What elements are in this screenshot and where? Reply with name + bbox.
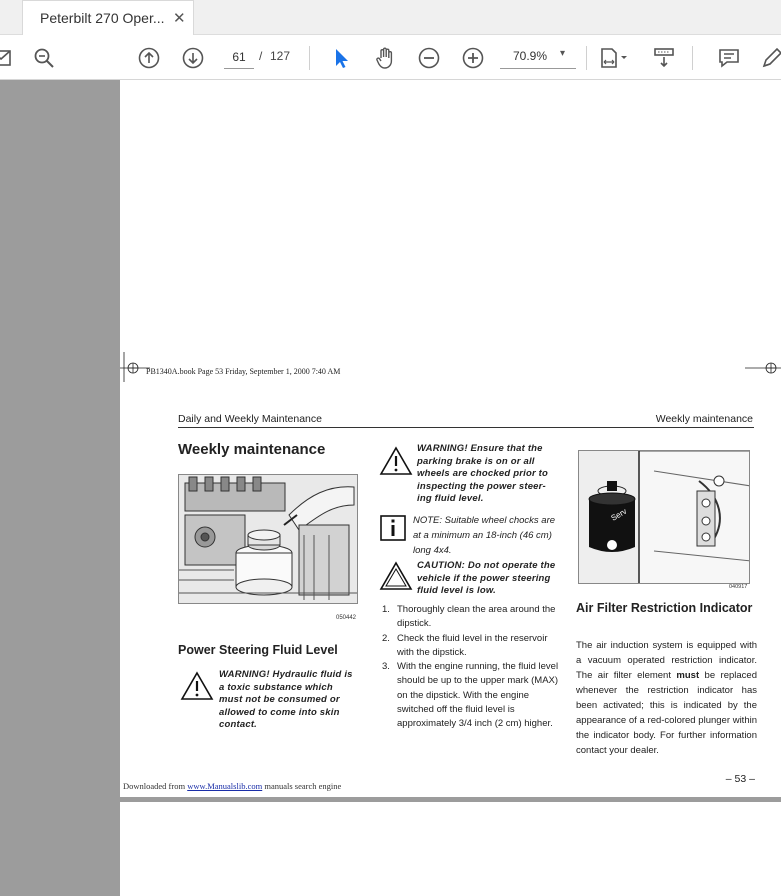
- caution-triangle-icon: [379, 561, 413, 590]
- next-pdf-page: [120, 802, 781, 896]
- manualslib-link[interactable]: www.Manualslib.com: [187, 781, 262, 791]
- scroll-mode-icon[interactable]: [650, 44, 678, 72]
- list-item: 3. With the engine running, the fluid lev…: [382, 661, 559, 730]
- chevron-down-icon: ▾: [560, 48, 566, 59]
- tab-close-icon[interactable]: ✕: [173, 9, 186, 27]
- figure-label: 050442: [336, 615, 357, 621]
- page-number: – 53 –: [725, 773, 755, 785]
- page-up-icon[interactable]: [135, 44, 163, 72]
- list-item: 2. Check the fluid level in the reservoir…: [382, 632, 548, 658]
- zoom-value: 70.9%: [513, 49, 548, 63]
- toolbar-divider: [586, 46, 587, 70]
- body-paragraph: The air induction system is equipped wit…: [576, 640, 758, 756]
- page-title: Weekly maintenance: [178, 441, 326, 458]
- warning-text: WARNING! Ensure that the parking brake i…: [417, 443, 549, 504]
- document-tab[interactable]: Peterbilt 270 Oper... ✕: [22, 0, 194, 35]
- section-heading: Air Filter Restriction Indicator: [576, 601, 753, 615]
- procedure-steps: 1. Thoroughly clean the area around the d…: [382, 603, 559, 732]
- select-arrow-icon[interactable]: [327, 44, 355, 72]
- tab-bar: Peterbilt 270 Oper... ✕: [0, 0, 781, 35]
- hand-tool-icon[interactable]: [371, 44, 399, 72]
- fit-page-icon[interactable]: [595, 44, 631, 72]
- page-down-icon[interactable]: [179, 44, 207, 72]
- pen-icon[interactable]: [758, 44, 781, 72]
- download-footer: Downloaded from www.Manualslib.com manua…: [123, 781, 342, 791]
- tab-title: Peterbilt 270 Oper...: [40, 10, 165, 26]
- pdf-page: PB1340A.book Page 53 Friday, September 1…: [120, 80, 781, 797]
- info-note-icon: [380, 515, 406, 541]
- pdf-toolbar: / 127 70.9% ▾: [0, 36, 781, 80]
- document-viewer[interactable]: PB1340A.book Page 53 Friday, September 1…: [0, 80, 781, 896]
- comment-icon[interactable]: [715, 44, 743, 72]
- list-item: 1. Thoroughly clean the area around the d…: [382, 604, 556, 630]
- mail-icon[interactable]: [0, 44, 16, 72]
- toolbar-divider: [692, 46, 693, 70]
- warning-triangle-icon: [379, 446, 413, 475]
- running-head-left: Daily and Weekly Maintenance: [178, 413, 322, 425]
- zoom-select[interactable]: 70.9% ▾: [500, 45, 576, 69]
- running-head-right: Weekly maintenance: [655, 413, 753, 425]
- warning-triangle-icon: [180, 671, 214, 700]
- registration-mark-icon: [745, 362, 781, 374]
- zoom-search-icon[interactable]: [30, 44, 58, 72]
- zoom-in-icon[interactable]: [459, 44, 487, 72]
- figure-label: 040917: [729, 584, 748, 590]
- caution-text: CAUTION: Do not operate the vehicle if t…: [417, 560, 556, 596]
- header-rule: [178, 427, 754, 428]
- page-separator: /: [259, 49, 263, 63]
- power-steering-reservoir-illustration: [178, 474, 358, 604]
- page-number-input[interactable]: [224, 45, 254, 69]
- book-info-line: PB1340A.book Page 53 Friday, September 1…: [146, 367, 341, 376]
- section-heading: Power Steering Fluid Level: [178, 643, 338, 657]
- note-text: NOTE: Suitable wheel chocks are at a min…: [413, 515, 556, 556]
- toolbar-divider: [309, 46, 310, 70]
- restriction-indicator-illustration: Serv: [578, 450, 750, 584]
- total-pages: 127: [270, 49, 291, 63]
- warning-text: WARNING! Hydraulic fluid is a toxic subs…: [219, 669, 353, 730]
- zoom-out-icon[interactable]: [415, 44, 443, 72]
